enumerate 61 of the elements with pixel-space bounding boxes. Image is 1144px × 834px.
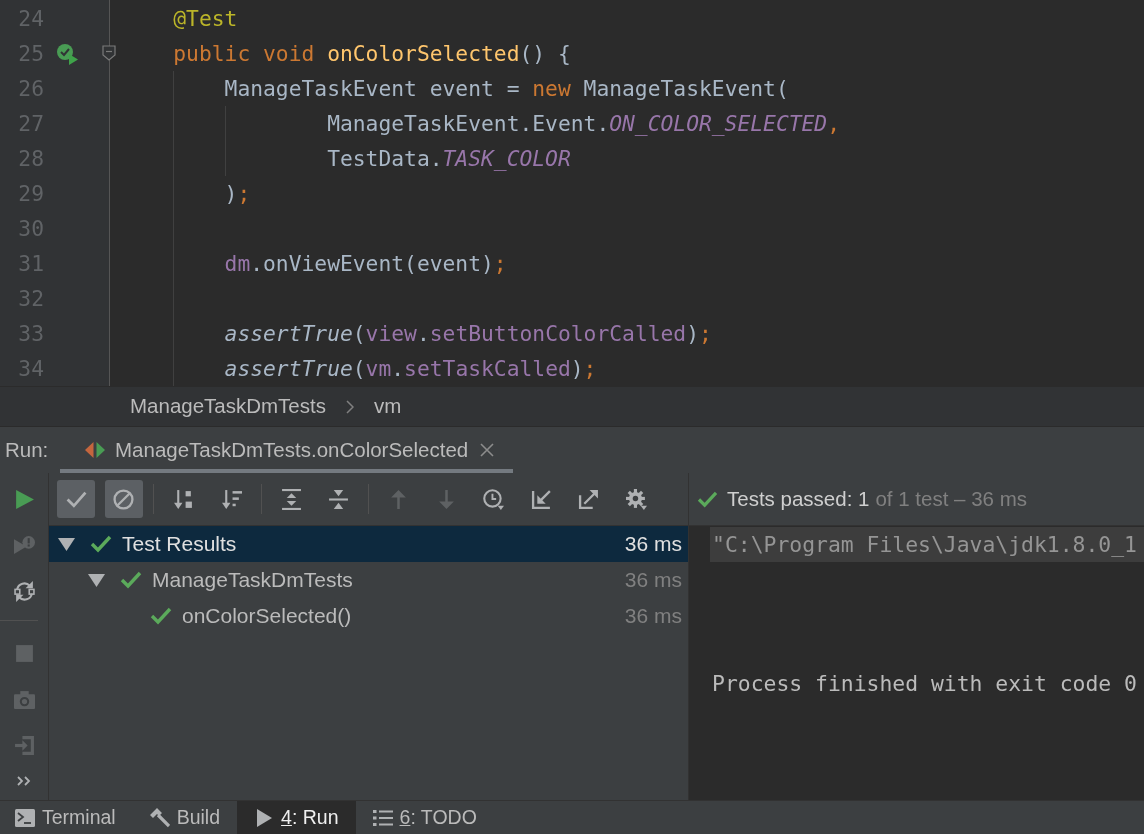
arrow-into-box-icon — [13, 734, 35, 756]
camera-icon — [13, 688, 35, 710]
show-passed-toggle[interactable] — [57, 480, 95, 518]
gear-icon — [625, 488, 647, 510]
breadcrumb-item[interactable]: vm — [373, 394, 402, 419]
prohibited-icon — [113, 488, 134, 510]
show-ignored-toggle[interactable] — [104, 480, 143, 518]
play-exclamation-icon — [13, 534, 35, 556]
duration-text: 36 ms — [624, 531, 682, 557]
tool-window-button[interactable]: Build — [132, 801, 238, 834]
status-detail: of 1 test – 36 ms — [875, 486, 1027, 512]
sort-bars-icon — [220, 488, 242, 510]
tree-row[interactable]: ManageTaskDmTests 36 ms — [49, 562, 688, 598]
status-summary: Tests passed: 1 — [727, 486, 870, 512]
check-icon — [90, 535, 112, 553]
tool-window-button[interactable]: 6: TODO — [355, 801, 494, 834]
fold-icon[interactable] — [102, 45, 116, 61]
test-name: ManageTaskDmTests — [152, 567, 353, 593]
expand-lines-icon — [280, 488, 302, 510]
terminal-icon — [15, 807, 35, 828]
tree-row[interactable]: onColorSelected() 36 ms — [49, 598, 688, 634]
tool-window-title: Run: — [4, 437, 50, 463]
clock-icon — [483, 488, 504, 510]
breadcrumb-item[interactable]: ManageTaskDmTests — [130, 394, 326, 419]
check-icon — [150, 607, 172, 625]
code-line: public void onColorSelected() { — [173, 40, 571, 67]
code-line: ); — [224, 180, 251, 207]
console-line: Process finished with exit code 0 — [711, 670, 1138, 698]
tool-window-button[interactable]: 4: Run — [237, 801, 356, 834]
close-icon[interactable] — [480, 443, 495, 457]
test-name: Test Results — [122, 531, 237, 557]
double-triangle-icon — [85, 442, 105, 458]
duration-text: 36 ms — [624, 567, 682, 593]
test-name: onColorSelected() — [182, 603, 352, 629]
code-line: dm.onViewEvent(event); — [224, 250, 507, 277]
sort-down-icon — [173, 488, 194, 510]
code-line: TestData.TASK_COLOR — [327, 145, 571, 172]
double-chevron-icon — [17, 776, 31, 786]
tree-row[interactable]: Test Results 36 ms — [49, 526, 688, 562]
import-arrow-icon — [530, 488, 552, 510]
code-line: ManageTaskEvent.Event.ON_COLOR_SELECTED, — [327, 110, 841, 137]
expand-triangle-icon[interactable] — [88, 573, 105, 587]
code-line: @Test — [173, 5, 238, 32]
tool-window-button[interactable]: Terminal — [0, 801, 133, 834]
code-line: assertTrue(view.setButtonColorCalled); — [224, 320, 712, 347]
code-line: assertTrue(vm.setTaskCalled); — [224, 355, 597, 382]
export-arrow-icon — [578, 488, 599, 510]
stop-icon — [13, 642, 35, 664]
chevron-right-icon — [345, 399, 354, 414]
duration-text: 36 ms — [624, 603, 682, 629]
check-play-icon[interactable] — [56, 42, 78, 65]
collapse-lines-icon — [328, 488, 349, 510]
run-tab[interactable]: ManageTaskDmTests.onColorSelected — [60, 427, 514, 473]
check-icon — [697, 490, 718, 508]
expand-triangle-icon[interactable] — [58, 537, 75, 551]
list-icon — [372, 807, 393, 828]
check-icon — [120, 571, 142, 589]
code-line: ManageTaskEvent event = new ManageTaskEvent( — [224, 75, 789, 102]
play-icon — [13, 488, 35, 510]
hammer-icon — [149, 807, 170, 828]
circular-arrows-icon — [13, 580, 35, 602]
